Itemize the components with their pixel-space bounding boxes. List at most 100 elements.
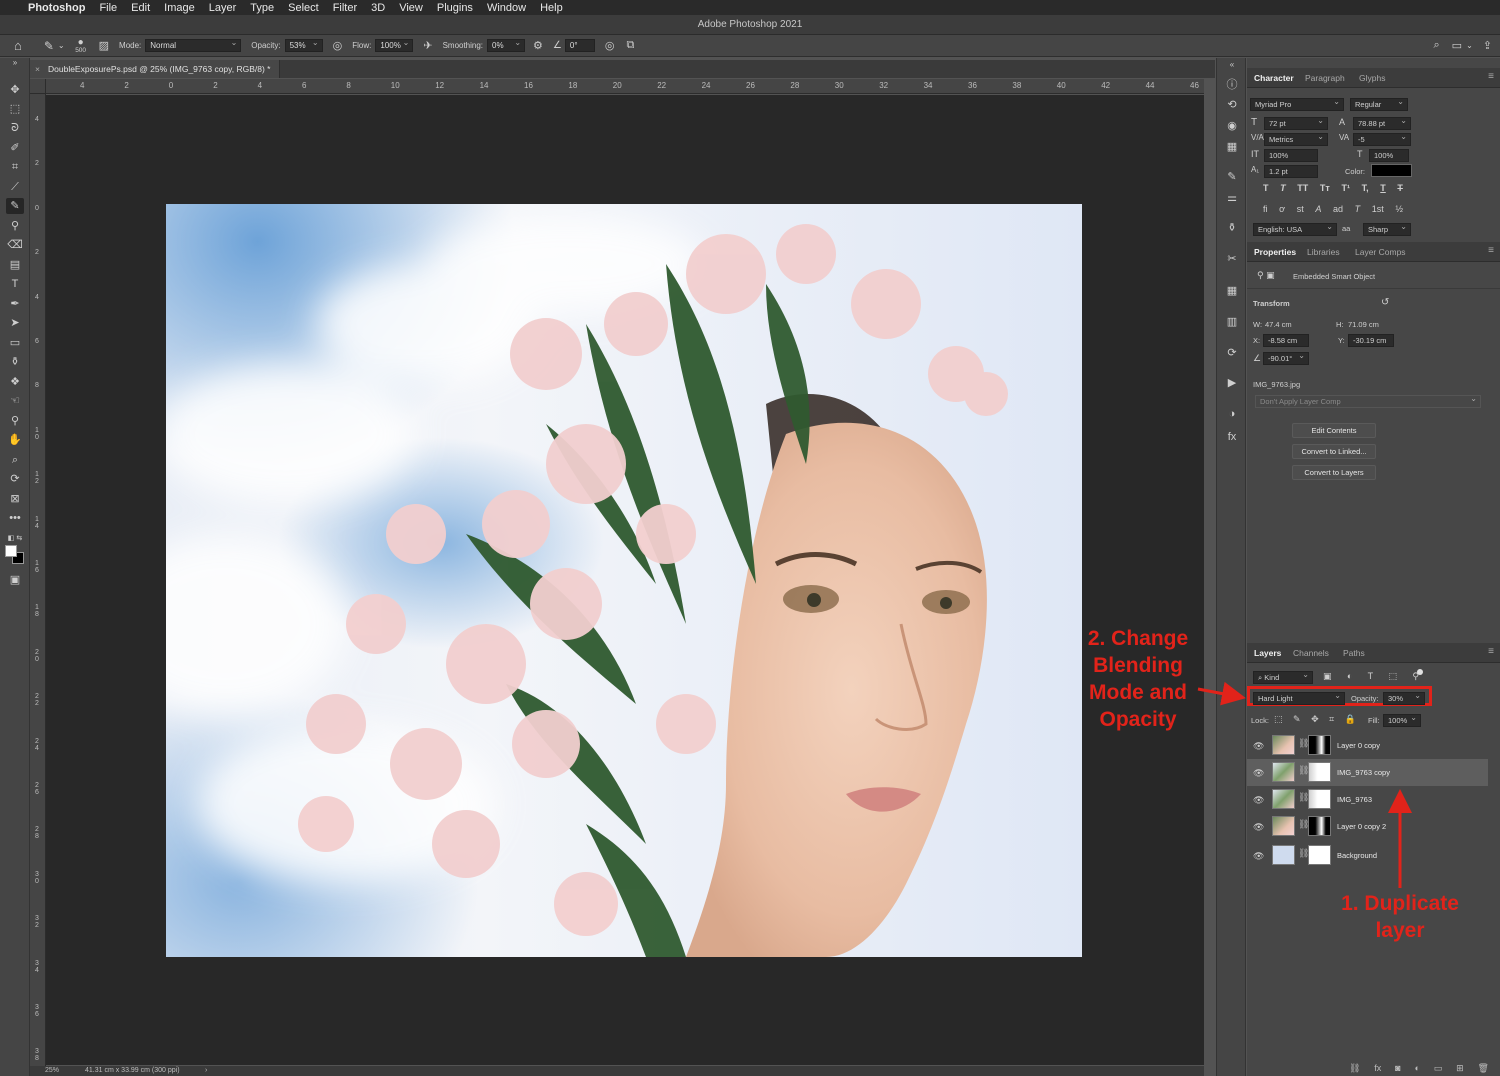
layer-name[interactable]: Layer 0 copy 2 [1337,822,1386,831]
font-family-select[interactable]: Myriad Pro [1250,96,1344,111]
adjustments-icon[interactable]: ⚌ [1224,191,1240,205]
fill-field[interactable]: 100% [1383,712,1421,727]
brushes-icon[interactable]: ✎ [1224,170,1240,184]
menu-file[interactable]: File [99,2,117,14]
pressure-size-icon[interactable]: ◎ [605,39,615,52]
filter-type-icon[interactable]: T [1368,671,1374,682]
layer-name[interactable]: Background [1337,851,1377,860]
menu-app[interactable]: Photoshop [28,2,85,14]
menu-type[interactable]: Type [250,2,274,14]
faux-bold-button[interactable]: T [1263,183,1269,193]
ordinals-button[interactable]: 1st [1372,204,1384,214]
table-icon[interactable]: ▦ [1224,284,1240,298]
layer-filter-select[interactable]: ⌕ Kind [1253,669,1313,684]
lock-position-icon[interactable]: ✥ [1311,714,1319,725]
eyedropper-tool-icon[interactable]: ⟋ [6,179,24,195]
new-layer-icon[interactable]: ⊞ [1456,1063,1464,1074]
clone-stamp-tool-icon[interactable]: ⚲ [6,218,24,234]
tab-character[interactable]: Character [1254,73,1294,83]
menu-filter[interactable]: Filter [333,2,357,14]
zoom-level[interactable]: 25% [45,1066,59,1076]
opacity-field[interactable]: 53% [284,37,323,52]
marquee-tool-icon[interactable]: ⬚ [6,101,24,117]
type-tool-icon[interactable]: T [6,276,24,292]
3d-icon[interactable]: ◉ [1224,119,1240,133]
small-caps-button[interactable]: Tт [1320,183,1330,193]
layer-mask-thumbnail[interactable] [1308,816,1331,836]
collapse-panels-icon[interactable]: « [1224,58,1240,72]
home-icon[interactable]: ⌂ [14,38,22,53]
add-mask-icon[interactable]: ◙ [1395,1063,1400,1074]
subscript-button[interactable]: T, [1362,183,1369,193]
layer-mask-thumbnail[interactable] [1308,762,1331,782]
layer-name[interactable]: IMG_9763 [1337,795,1372,804]
menu-window[interactable]: Window [487,2,526,14]
document-tab[interactable]: × DoubleExposurePs.psd @ 25% (IMG_9763 c… [30,60,280,78]
filter-shape-icon[interactable]: ⬚ [1389,671,1398,682]
layer-mask-thumbnail[interactable] [1308,735,1331,755]
tab-properties[interactable]: Properties [1254,247,1296,257]
convert-to-linked-button[interactable]: Convert to Linked... [1292,444,1376,459]
brush-tool-preset-icon[interactable]: ✎ [44,39,54,53]
flow-field[interactable]: 100% [375,37,414,52]
brush-size-picker[interactable]: ● 500 [73,37,89,54]
delete-layer-icon[interactable]: 🗑 [1478,1063,1489,1074]
clone-source-icon[interactable]: ⚱ [1224,221,1240,235]
rectangle-tool-icon[interactable]: ▭ [6,335,24,351]
ligatures-button[interactable]: fi [1263,204,1268,214]
gradient-tool-icon[interactable]: ▤ [6,257,24,273]
rotate-view-tool-icon[interactable]: ⟳ [6,471,24,487]
layer-row[interactable]: 👁 ⛓ Layer 0 copy [1247,732,1488,759]
screen-mode-icon[interactable]: ▣ [6,572,24,588]
swatches-icon[interactable]: ▥ [1224,315,1240,329]
crop-tool-icon[interactable]: ⌗ [6,159,24,175]
filter-toggle-icon[interactable] [1417,669,1423,675]
menu-3d[interactable]: 3D [371,2,385,14]
brush-angle-field[interactable]: 0° [564,39,595,52]
y-position-field[interactable]: -30.19 cm [1348,334,1394,347]
width-value[interactable]: 47.4 cm [1265,320,1292,329]
blend-mode-select[interactable]: Hard Light [1253,690,1345,705]
edit-contents-button[interactable]: Edit Contents [1292,423,1376,438]
layer-row[interactable]: 👁 ⛓ IMG_9763 [1247,786,1488,813]
menu-plugins[interactable]: Plugins [437,2,473,14]
filter-adjustment-icon[interactable]: ◐ [1347,671,1352,682]
workspace-dropdown-icon[interactable]: ⌄ [1466,41,1473,50]
filter-pixel-icon[interactable]: ▣ [1323,671,1332,682]
visibility-eye-icon[interactable]: 👁 [1253,851,1264,862]
x-position-field[interactable]: -8.58 cm [1263,334,1309,347]
tab-paths[interactable]: Paths [1343,648,1365,658]
info-icon[interactable]: ⓘ [1224,78,1240,92]
layer-name[interactable]: Layer 0 copy [1337,741,1380,750]
smudge-tool-icon[interactable]: ☜ [6,393,24,409]
history-brush-icon[interactable]: ⟲ [1224,98,1240,112]
stamp-tool-icon[interactable]: ⚱ [6,354,24,370]
lock-transparency-icon[interactable]: ⬚ [1274,714,1283,725]
all-caps-button[interactable]: TT [1297,183,1308,193]
reset-transform-icon[interactable]: ↺ [1381,297,1389,308]
kerning-field[interactable]: Metrics [1264,131,1328,146]
character-panel-menu-icon[interactable]: ≡ [1488,71,1494,82]
tab-layer-comps[interactable]: Layer Comps [1355,247,1406,257]
faux-italic-button[interactable]: T [1280,183,1286,193]
properties-panel-menu-icon[interactable]: ≡ [1488,245,1494,256]
brush-tool-icon[interactable]: ✎ [6,198,24,214]
more-tools-icon[interactable]: ••• [6,510,24,526]
layer-mask-thumbnail[interactable] [1308,845,1331,865]
discretionary-ligatures-button[interactable]: ơ [1279,204,1285,214]
new-group-icon[interactable]: ▭ [1434,1063,1443,1074]
symmetry-icon[interactable]: ⧉ [626,39,634,52]
menu-layer[interactable]: Layer [209,2,237,14]
airbrush-icon[interactable]: ✈ [423,39,432,52]
horizontal-scale-field[interactable]: 100% [1369,149,1409,162]
visibility-eye-icon[interactable]: 👁 [1253,741,1264,752]
ruler-origin[interactable] [30,79,46,94]
height-value[interactable]: 71.09 cm [1348,320,1379,329]
layer-name[interactable]: IMG_9763 copy [1337,768,1390,777]
menu-edit[interactable]: Edit [131,2,150,14]
visibility-eye-icon[interactable]: 👁 [1253,795,1264,806]
styles-fx-icon[interactable]: fx [1224,430,1240,444]
blur-tool-icon[interactable]: ❖ [6,374,24,390]
layer-style-fx-icon[interactable]: fx [1374,1063,1381,1074]
superscript-button[interactable]: T¹ [1341,183,1350,193]
